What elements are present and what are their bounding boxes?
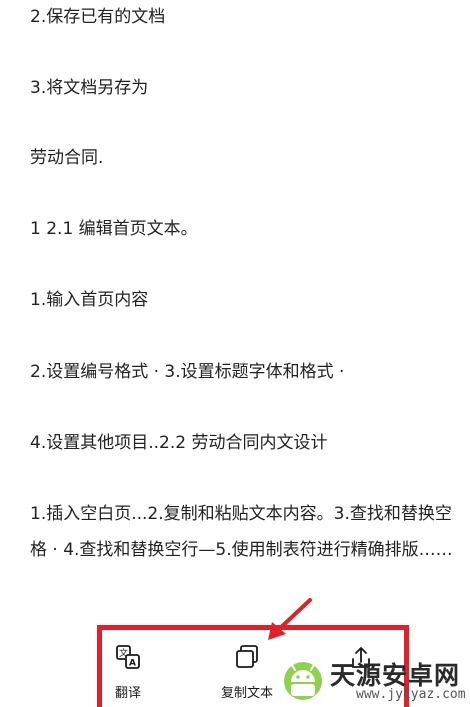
doc-paragraph: 3.将文档另存为	[30, 78, 149, 98]
doc-paragraph: 2.设置编号格式 · 3.设置标题字体和格式 ·	[30, 362, 345, 382]
translate-label: 翻译	[114, 686, 141, 701]
watermark-url: www.jytyaz.com	[356, 687, 466, 702]
doc-paragraph: 1.输入首页内容	[30, 290, 149, 310]
doc-paragraph: 4.设置其他项目..2.2 劳动合同内文设计	[30, 433, 328, 453]
svg-text:A: A	[129, 659, 136, 669]
copy-icon	[236, 645, 258, 668]
translate-button[interactable]: 文 A 翻译	[108, 644, 148, 701]
site-watermark: 天源安卓网 www.jytyaz.com	[278, 654, 470, 707]
translate-icon: 文 A	[116, 645, 140, 669]
doc-paragraph: 劳动合同.	[30, 148, 104, 168]
copy-text-label: 复制文本	[220, 686, 273, 701]
copy-text-button[interactable]: 复制文本	[212, 644, 282, 701]
android-logo-icon	[284, 662, 322, 700]
doc-paragraph: 1 2.1 编辑首页文本。	[30, 219, 198, 239]
doc-paragraph: 2.保存已有的文档	[30, 7, 166, 27]
annotation-arrow-icon	[268, 598, 312, 640]
doc-paragraph: 1.插入空白页...2.复制和粘贴文本内容。3.查找和替换空格 · 4.查找和替…	[30, 504, 453, 560]
